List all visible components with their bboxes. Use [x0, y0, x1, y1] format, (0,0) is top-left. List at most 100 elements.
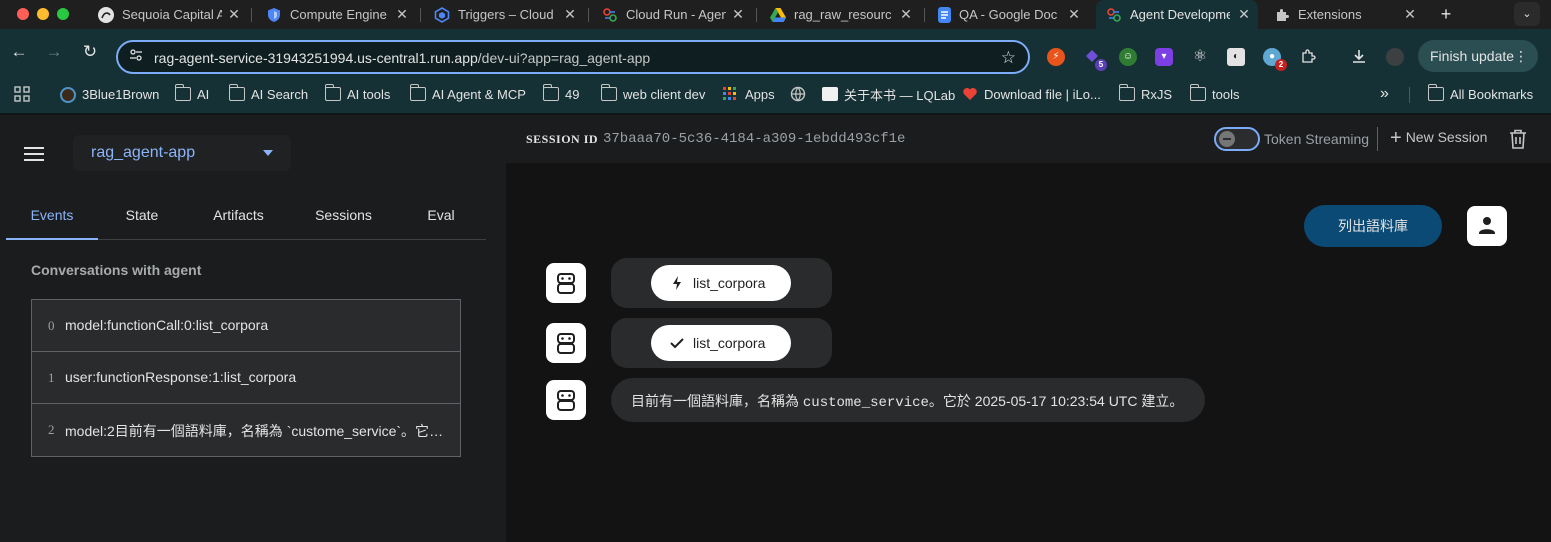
- tab-sessions[interactable]: Sessions: [301, 195, 386, 240]
- function-call-label: list_corpora: [693, 275, 766, 291]
- agent-icon: [1106, 7, 1122, 23]
- folder-icon: [1189, 84, 1206, 101]
- bookmark-item[interactable]: Download file | iLo...: [962, 85, 1101, 103]
- browser-tab[interactable]: Cloud Run - Agen ✕: [592, 0, 752, 29]
- side-panel: rag_agent-app Events State Artifacts Ses…: [0, 115, 506, 542]
- minimize-window-button[interactable]: [37, 8, 49, 20]
- bookmark-item[interactable]: 3Blue1Brown: [60, 85, 159, 103]
- bookmark-folder[interactable]: AI Search: [228, 84, 309, 103]
- new-tab-button[interactable]: +: [1436, 4, 1456, 24]
- close-tab-icon[interactable]: ✕: [562, 6, 578, 22]
- function-call-bubble: list_corpora: [611, 258, 832, 308]
- token-streaming-toggle[interactable]: [1214, 127, 1260, 151]
- folder-icon: [174, 84, 191, 101]
- bookmark-folder[interactable]: AI: [174, 84, 209, 103]
- browser-tab[interactable]: Sequoia Capital A ✕: [88, 0, 248, 29]
- extensions-puzzle-icon[interactable]: [1299, 48, 1317, 66]
- bookmark-star-icon[interactable]: ☆: [1001, 48, 1016, 68]
- browser-tab[interactable]: Triggers – Cloud ✕: [424, 0, 584, 29]
- bookmark-label: web client dev: [623, 86, 706, 102]
- google-docs-icon: [938, 6, 951, 23]
- function-response-chip[interactable]: list_corpora: [651, 325, 791, 361]
- close-tab-icon[interactable]: ✕: [394, 6, 410, 22]
- browser-tab[interactable]: Compute Engine ✕: [256, 0, 416, 29]
- browser-tab-active[interactable]: Agent Developme ✕: [1096, 0, 1258, 29]
- extension-react-icon[interactable]: ⚛: [1191, 48, 1209, 66]
- apps-icon: [723, 87, 739, 101]
- browser-tab[interactable]: rag_raw_resourc ✕: [760, 0, 920, 29]
- new-session-button[interactable]: + New Session: [1390, 128, 1488, 148]
- menu-icon[interactable]: [24, 147, 44, 161]
- reload-icon[interactable]: ↻: [79, 41, 101, 63]
- extension-badge: 2: [1275, 59, 1287, 71]
- bolt-icon: [669, 265, 685, 301]
- tab-events[interactable]: Events: [6, 195, 98, 240]
- bookmark-folder[interactable]: RxJS: [1118, 84, 1172, 103]
- close-tab-icon[interactable]: ✕: [226, 6, 242, 22]
- event-index: 1: [48, 370, 55, 385]
- close-tab-icon[interactable]: ✕: [730, 6, 746, 22]
- bookmarks-bar: 3Blue1Brown AI AI Search AI tools AI Age…: [0, 76, 1551, 114]
- bookmark-folder[interactable]: AI tools: [324, 84, 390, 103]
- extension-twitch-icon[interactable]: ▾: [1155, 48, 1173, 66]
- bot-answer-text: 目前有一個語料庫，名稱為 custome_service。它於 2025-05-…: [631, 391, 1183, 411]
- extension-blue-icon[interactable]: ● 2: [1263, 48, 1287, 71]
- more-bookmarks-chevron-icon[interactable]: »: [1380, 85, 1389, 103]
- extension-purple-icon[interactable]: 5: [1083, 48, 1107, 71]
- adk-dev-ui: rag_agent-app Events State Artifacts Ses…: [0, 115, 1551, 542]
- close-tab-icon[interactable]: ✕: [898, 6, 914, 22]
- folder-icon: [1118, 84, 1135, 101]
- all-bookmarks-folder[interactable]: All Bookmarks: [1427, 84, 1533, 103]
- globe-icon[interactable]: [790, 85, 806, 103]
- more-vert-icon: ⋮: [1514, 48, 1528, 64]
- new-session-label: New Session: [1405, 129, 1488, 145]
- extension-orange-icon[interactable]: ⚡: [1047, 48, 1065, 66]
- tab-search-button[interactable]: ⌄: [1514, 2, 1540, 26]
- tab-label: rag_raw_resourc: [794, 7, 892, 22]
- back-arrow-icon[interactable]: ←: [8, 41, 30, 63]
- session-id-value: 37baaa70-5c36-4184-a309-1ebdd493cf1e: [603, 131, 906, 147]
- bookmark-folder[interactable]: AI Agent & MCP: [409, 84, 526, 103]
- site-info-icon[interactable]: [128, 49, 144, 65]
- event-row[interactable]: 1 user:functionResponse:1:list_corpora: [32, 352, 460, 404]
- app-select[interactable]: rag_agent-app: [73, 135, 291, 171]
- extension-dark-reader-icon[interactable]: ◐: [1227, 48, 1245, 66]
- zoom-window-button[interactable]: [57, 8, 69, 20]
- tab-state[interactable]: State: [106, 195, 178, 240]
- lqlab-icon: [822, 87, 838, 101]
- tab-divider: [756, 8, 757, 22]
- bookmark-item[interactable]: 关于本书 — LQLab: [822, 85, 955, 103]
- delete-session-icon[interactable]: [1509, 129, 1527, 149]
- close-tab-icon[interactable]: ✕: [1402, 6, 1418, 22]
- bookmark-folder[interactable]: tools: [1189, 84, 1239, 103]
- function-call-chip[interactable]: list_corpora: [651, 265, 791, 301]
- profile-avatar[interactable]: [1386, 48, 1404, 66]
- bookmark-folder[interactable]: 49: [542, 84, 579, 103]
- bookmark-label: Apps: [745, 86, 775, 102]
- close-tab-icon[interactable]: ✕: [1236, 6, 1252, 22]
- tab-artifacts[interactable]: Artifacts: [196, 195, 281, 240]
- close-tab-icon[interactable]: ✕: [1066, 6, 1082, 22]
- tab-eval[interactable]: Eval: [411, 195, 471, 240]
- browser-tab[interactable]: QA - Google Doc ✕: [928, 0, 1088, 29]
- finish-update-button[interactable]: Finish update ⋮: [1418, 40, 1538, 72]
- bookmark-folder[interactable]: web client dev: [600, 84, 706, 103]
- forward-arrow-icon[interactable]: →: [43, 41, 65, 63]
- bookmark-label: AI Search: [251, 86, 309, 102]
- close-window-button[interactable]: [17, 8, 29, 20]
- function-response-bubble: list_corpora: [611, 318, 832, 368]
- tab-label: Triggers – Cloud: [458, 7, 554, 22]
- address-bar[interactable]: rag-agent-service-31943251994.us-central…: [116, 40, 1030, 74]
- bot-avatar: [546, 263, 586, 303]
- folder-icon: [228, 84, 245, 101]
- bookmarks-divider: [1409, 87, 1410, 103]
- extension-robot-icon[interactable]: ☺: [1119, 48, 1137, 66]
- bookmark-item[interactable]: Apps: [723, 85, 775, 103]
- apps-grid-icon[interactable]: [14, 85, 30, 103]
- event-row[interactable]: 0 model:functionCall:0:list_corpora: [32, 300, 460, 352]
- folder-icon: [600, 84, 617, 101]
- download-icon[interactable]: [1350, 48, 1368, 66]
- event-row[interactable]: 2 model:2目前有一個語料庫，名稱為 `custome_service`。…: [32, 404, 460, 456]
- answer-code: custome_service: [802, 395, 929, 411]
- browser-tab[interactable]: Extensions ✕: [1264, 0, 1424, 29]
